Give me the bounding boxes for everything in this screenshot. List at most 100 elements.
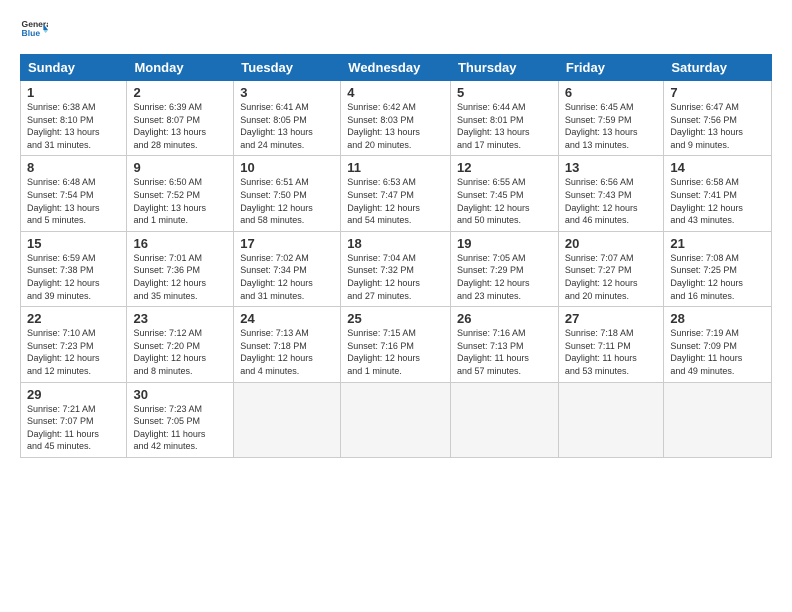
day-info: Sunrise: 7:05 AM Sunset: 7:29 PM Dayligh…: [457, 252, 552, 302]
day-number: 26: [457, 311, 552, 326]
calendar-cell: 28Sunrise: 7:19 AM Sunset: 7:09 PM Dayli…: [664, 307, 772, 382]
day-info: Sunrise: 7:15 AM Sunset: 7:16 PM Dayligh…: [347, 327, 444, 377]
page: General Blue SundayMondayTuesdayWednesda…: [0, 0, 792, 612]
day-info: Sunrise: 7:10 AM Sunset: 7:23 PM Dayligh…: [27, 327, 120, 377]
calendar-header-monday: Monday: [127, 55, 234, 81]
day-info: Sunrise: 7:13 AM Sunset: 7:18 PM Dayligh…: [240, 327, 334, 377]
calendar-cell: 10Sunrise: 6:51 AM Sunset: 7:50 PM Dayli…: [234, 156, 341, 231]
day-number: 11: [347, 160, 444, 175]
calendar-week-3: 22Sunrise: 7:10 AM Sunset: 7:23 PM Dayli…: [21, 307, 772, 382]
calendar-header-sunday: Sunday: [21, 55, 127, 81]
calendar-cell: 5Sunrise: 6:44 AM Sunset: 8:01 PM Daylig…: [450, 81, 558, 156]
day-info: Sunrise: 7:01 AM Sunset: 7:36 PM Dayligh…: [133, 252, 227, 302]
calendar-header-friday: Friday: [558, 55, 663, 81]
calendar-cell: 19Sunrise: 7:05 AM Sunset: 7:29 PM Dayli…: [450, 231, 558, 306]
day-number: 20: [565, 236, 657, 251]
calendar-header-wednesday: Wednesday: [341, 55, 451, 81]
day-info: Sunrise: 7:08 AM Sunset: 7:25 PM Dayligh…: [670, 252, 765, 302]
svg-text:Blue: Blue: [22, 28, 41, 38]
calendar-cell: [558, 382, 663, 457]
day-number: 1: [27, 85, 120, 100]
calendar-cell: 23Sunrise: 7:12 AM Sunset: 7:20 PM Dayli…: [127, 307, 234, 382]
logo: General Blue: [20, 16, 52, 44]
day-number: 7: [670, 85, 765, 100]
day-number: 4: [347, 85, 444, 100]
day-number: 18: [347, 236, 444, 251]
day-info: Sunrise: 7:16 AM Sunset: 7:13 PM Dayligh…: [457, 327, 552, 377]
calendar-cell: 17Sunrise: 7:02 AM Sunset: 7:34 PM Dayli…: [234, 231, 341, 306]
day-info: Sunrise: 6:50 AM Sunset: 7:52 PM Dayligh…: [133, 176, 227, 226]
day-number: 29: [27, 387, 120, 402]
day-info: Sunrise: 7:21 AM Sunset: 7:07 PM Dayligh…: [27, 403, 120, 453]
day-number: 25: [347, 311, 444, 326]
calendar-cell: 22Sunrise: 7:10 AM Sunset: 7:23 PM Dayli…: [21, 307, 127, 382]
calendar-cell: 1Sunrise: 6:38 AM Sunset: 8:10 PM Daylig…: [21, 81, 127, 156]
calendar-cell: 16Sunrise: 7:01 AM Sunset: 7:36 PM Dayli…: [127, 231, 234, 306]
calendar-cell: 7Sunrise: 6:47 AM Sunset: 7:56 PM Daylig…: [664, 81, 772, 156]
calendar-cell: 9Sunrise: 6:50 AM Sunset: 7:52 PM Daylig…: [127, 156, 234, 231]
calendar-header-row: SundayMondayTuesdayWednesdayThursdayFrid…: [21, 55, 772, 81]
day-number: 22: [27, 311, 120, 326]
day-info: Sunrise: 6:56 AM Sunset: 7:43 PM Dayligh…: [565, 176, 657, 226]
day-number: 8: [27, 160, 120, 175]
day-number: 17: [240, 236, 334, 251]
day-info: Sunrise: 6:38 AM Sunset: 8:10 PM Dayligh…: [27, 101, 120, 151]
day-info: Sunrise: 6:58 AM Sunset: 7:41 PM Dayligh…: [670, 176, 765, 226]
calendar-week-1: 8Sunrise: 6:48 AM Sunset: 7:54 PM Daylig…: [21, 156, 772, 231]
day-number: 16: [133, 236, 227, 251]
day-number: 30: [133, 387, 227, 402]
day-number: 27: [565, 311, 657, 326]
calendar-cell: 3Sunrise: 6:41 AM Sunset: 8:05 PM Daylig…: [234, 81, 341, 156]
day-number: 10: [240, 160, 334, 175]
day-number: 21: [670, 236, 765, 251]
calendar-cell: 20Sunrise: 7:07 AM Sunset: 7:27 PM Dayli…: [558, 231, 663, 306]
calendar-header-saturday: Saturday: [664, 55, 772, 81]
calendar-cell: 4Sunrise: 6:42 AM Sunset: 8:03 PM Daylig…: [341, 81, 451, 156]
calendar-cell: 26Sunrise: 7:16 AM Sunset: 7:13 PM Dayli…: [450, 307, 558, 382]
calendar-cell: [341, 382, 451, 457]
day-number: 23: [133, 311, 227, 326]
calendar-cell: 2Sunrise: 6:39 AM Sunset: 8:07 PM Daylig…: [127, 81, 234, 156]
calendar-cell: 13Sunrise: 6:56 AM Sunset: 7:43 PM Dayli…: [558, 156, 663, 231]
day-info: Sunrise: 6:55 AM Sunset: 7:45 PM Dayligh…: [457, 176, 552, 226]
calendar-week-2: 15Sunrise: 6:59 AM Sunset: 7:38 PM Dayli…: [21, 231, 772, 306]
day-info: Sunrise: 6:59 AM Sunset: 7:38 PM Dayligh…: [27, 252, 120, 302]
day-number: 28: [670, 311, 765, 326]
day-info: Sunrise: 6:47 AM Sunset: 7:56 PM Dayligh…: [670, 101, 765, 151]
day-number: 5: [457, 85, 552, 100]
day-info: Sunrise: 7:04 AM Sunset: 7:32 PM Dayligh…: [347, 252, 444, 302]
day-info: Sunrise: 6:53 AM Sunset: 7:47 PM Dayligh…: [347, 176, 444, 226]
day-info: Sunrise: 6:42 AM Sunset: 8:03 PM Dayligh…: [347, 101, 444, 151]
calendar-cell: [450, 382, 558, 457]
day-number: 12: [457, 160, 552, 175]
day-info: Sunrise: 6:44 AM Sunset: 8:01 PM Dayligh…: [457, 101, 552, 151]
day-number: 2: [133, 85, 227, 100]
day-info: Sunrise: 7:23 AM Sunset: 7:05 PM Dayligh…: [133, 403, 227, 453]
calendar-cell: 25Sunrise: 7:15 AM Sunset: 7:16 PM Dayli…: [341, 307, 451, 382]
calendar-cell: 21Sunrise: 7:08 AM Sunset: 7:25 PM Dayli…: [664, 231, 772, 306]
calendar-week-4: 29Sunrise: 7:21 AM Sunset: 7:07 PM Dayli…: [21, 382, 772, 457]
day-info: Sunrise: 6:41 AM Sunset: 8:05 PM Dayligh…: [240, 101, 334, 151]
calendar-cell: 12Sunrise: 6:55 AM Sunset: 7:45 PM Dayli…: [450, 156, 558, 231]
calendar-header-tuesday: Tuesday: [234, 55, 341, 81]
calendar-cell: 27Sunrise: 7:18 AM Sunset: 7:11 PM Dayli…: [558, 307, 663, 382]
day-info: Sunrise: 7:02 AM Sunset: 7:34 PM Dayligh…: [240, 252, 334, 302]
calendar-cell: 11Sunrise: 6:53 AM Sunset: 7:47 PM Dayli…: [341, 156, 451, 231]
day-number: 13: [565, 160, 657, 175]
day-number: 3: [240, 85, 334, 100]
calendar-cell: 24Sunrise: 7:13 AM Sunset: 7:18 PM Dayli…: [234, 307, 341, 382]
calendar-cell: 15Sunrise: 6:59 AM Sunset: 7:38 PM Dayli…: [21, 231, 127, 306]
calendar-cell: 14Sunrise: 6:58 AM Sunset: 7:41 PM Dayli…: [664, 156, 772, 231]
calendar-table: SundayMondayTuesdayWednesdayThursdayFrid…: [20, 54, 772, 458]
calendar-header-thursday: Thursday: [450, 55, 558, 81]
day-info: Sunrise: 6:48 AM Sunset: 7:54 PM Dayligh…: [27, 176, 120, 226]
calendar-cell: [664, 382, 772, 457]
calendar-week-0: 1Sunrise: 6:38 AM Sunset: 8:10 PM Daylig…: [21, 81, 772, 156]
day-info: Sunrise: 7:19 AM Sunset: 7:09 PM Dayligh…: [670, 327, 765, 377]
day-info: Sunrise: 7:18 AM Sunset: 7:11 PM Dayligh…: [565, 327, 657, 377]
calendar-cell: 30Sunrise: 7:23 AM Sunset: 7:05 PM Dayli…: [127, 382, 234, 457]
day-number: 14: [670, 160, 765, 175]
header: General Blue: [20, 16, 772, 44]
day-number: 9: [133, 160, 227, 175]
calendar-cell: [234, 382, 341, 457]
